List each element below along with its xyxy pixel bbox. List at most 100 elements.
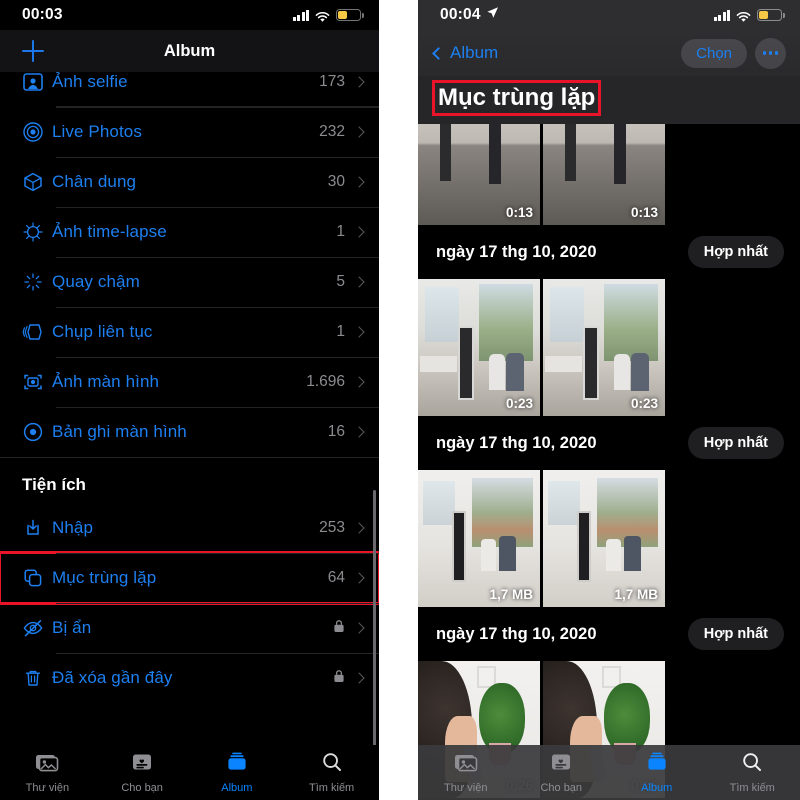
chevron-right-icon <box>353 176 365 188</box>
utility-label: Nhập <box>52 518 94 537</box>
nav-actions: Chọn <box>681 37 786 69</box>
duplicate-pair-row[interactable]: 1,7 MB 1,7 MB <box>418 470 800 607</box>
vertical-scrollbar[interactable] <box>373 490 376 745</box>
utility-row-duplicates[interactable]: Mục trùng lặp 64 <box>0 551 379 605</box>
tab-albums[interactable]: Album <box>609 751 705 794</box>
trash-icon <box>22 667 52 689</box>
chevron-right-icon <box>353 126 365 138</box>
left-status-time: 00:03 <box>22 6 63 23</box>
lock-icon <box>333 619 345 638</box>
utility-row-recently-deleted[interactable]: Đã xóa gần đây <box>0 653 379 703</box>
tab-search[interactable]: Tìm kiếm <box>284 751 379 794</box>
left-phone-screen: 00:03 Album Ảnh selfie 173 Live Photos 2… <box>0 0 379 800</box>
page-title: Mục trùng lặp <box>431 80 602 116</box>
live-photos-icon <box>22 121 52 143</box>
album-label: Live Photos <box>52 122 142 141</box>
album-row-live-photos[interactable]: Live Photos 232 <box>0 107 379 157</box>
thumbnail-meta: 1,7 MB <box>614 587 658 602</box>
group-date: ngày 17 thg 10, 2020 <box>436 624 597 643</box>
group-date: ngày 17 thg 10, 2020 <box>436 242 597 261</box>
tab-albums[interactable]: Album <box>190 751 285 794</box>
thumbnail-meta: 0:23 <box>505 396 533 411</box>
for-you-icon <box>549 751 573 778</box>
screenshot-stage: 00:03 Album Ảnh selfie 173 Live Photos 2… <box>0 0 800 800</box>
utility-row-hidden[interactable]: Bị ẩn <box>0 603 379 653</box>
chevron-right-icon <box>353 226 365 238</box>
duplicates-groups: 0:13 0:13 ngày 17 thg 10, 2020 Hợp nhất … <box>418 112 800 800</box>
thumbnail[interactable]: 0:23 <box>418 279 540 416</box>
album-count: 30 <box>327 173 345 190</box>
album-row-timelapse[interactable]: Ảnh time-lapse 1 <box>0 207 379 257</box>
chevron-left-icon <box>432 46 445 60</box>
album-label: Bản ghi màn hình <box>52 422 187 441</box>
thumbnail[interactable]: 1,7 MB <box>543 470 665 607</box>
merge-button[interactable]: Hợp nhất <box>687 618 784 650</box>
utility-label: Mục trùng lặp <box>52 568 157 587</box>
selfie-icon <box>22 71 52 93</box>
cellular-signal-icon <box>713 9 730 21</box>
utilities-section-header: Tiện ích <box>0 457 379 503</box>
more-options-button[interactable] <box>755 37 786 69</box>
right-tab-bar: Thư viện Cho bạn Album Tìm kiếm <box>418 745 800 800</box>
hidden-eye-icon <box>22 617 52 639</box>
library-icon <box>34 751 60 778</box>
tab-search[interactable]: Tìm kiếm <box>705 751 800 794</box>
album-count: 1 <box>336 223 345 240</box>
chevron-right-icon <box>353 522 365 534</box>
chevron-right-icon <box>353 376 365 388</box>
album-count: 5 <box>336 273 345 290</box>
chevron-right-icon <box>353 76 365 88</box>
thumbnail[interactable]: 0:13 <box>543 112 665 225</box>
burst-icon <box>22 321 52 343</box>
utility-label: Đã xóa gần đây <box>52 668 173 687</box>
right-nav-bar: Album Chọn <box>418 30 800 76</box>
right-status-indicators <box>713 9 785 22</box>
duplicates-scroll-area[interactable]: 0:13 0:13 ngày 17 thg 10, 2020 Hợp nhất … <box>418 112 800 800</box>
right-phone-screen: 0:13 0:13 ngày 17 thg 10, 2020 Hợp nhất … <box>418 0 800 800</box>
group-date-row: ngày 17 thg 10, 2020 Hợp nhất <box>418 607 800 661</box>
chevron-right-icon <box>353 426 365 438</box>
albums-list-scroll-area[interactable]: Ảnh selfie 173 Live Photos 232 Chân dung… <box>0 30 379 745</box>
tab-label: Album <box>221 782 253 794</box>
tab-library[interactable]: Thư viện <box>0 751 95 794</box>
left-page-title: Album <box>163 41 216 60</box>
thumbnail-meta: 0:13 <box>630 205 658 220</box>
album-row-screen-recording[interactable]: Bản ghi màn hình 16 <box>0 407 379 457</box>
duplicate-pair-row[interactable]: 0:23 0:23 <box>418 279 800 416</box>
tab-for-you[interactable]: Cho bạn <box>95 751 190 794</box>
battery-icon <box>336 9 364 21</box>
slomo-icon <box>22 271 52 293</box>
thumbnail[interactable]: 0:23 <box>543 279 665 416</box>
utility-row-import[interactable]: Nhập 253 <box>0 503 379 553</box>
album-label: Chụp liên tục <box>52 322 153 341</box>
album-row-portrait[interactable]: Chân dung 30 <box>0 157 379 207</box>
tab-label: Tìm kiếm <box>729 782 775 794</box>
thumbnail[interactable]: 0:13 <box>418 112 540 225</box>
chevron-right-icon <box>353 672 365 684</box>
album-count: 16 <box>327 423 345 440</box>
group-date-row: ngày 17 thg 10, 2020 Hợp nhất <box>418 416 800 470</box>
tab-label: Cho bạn <box>540 782 583 794</box>
album-row-screenshot[interactable]: Ảnh màn hình 1.696 <box>0 357 379 407</box>
portrait-cube-icon <box>22 171 52 193</box>
album-row-burst[interactable]: Chụp liên tục 1 <box>0 307 379 357</box>
select-button[interactable]: Chọn <box>681 38 747 68</box>
merge-button[interactable]: Hợp nhất <box>687 427 784 459</box>
battery-icon <box>757 9 785 21</box>
album-label: Ảnh selfie <box>52 72 128 91</box>
tab-library[interactable]: Thư viện <box>418 751 514 794</box>
cellular-signal-icon <box>292 9 309 21</box>
chevron-right-icon <box>353 326 365 338</box>
right-status-bar: 00:04 <box>418 0 800 30</box>
album-label: Ảnh màn hình <box>52 372 160 391</box>
tab-for-you[interactable]: Cho bạn <box>514 751 610 794</box>
merge-button[interactable]: Hợp nhất <box>687 236 784 268</box>
library-icon <box>453 751 479 778</box>
thumbnail[interactable]: 1,7 MB <box>418 470 540 607</box>
back-button[interactable]: Album <box>432 43 498 63</box>
add-album-button[interactable] <box>22 40 44 62</box>
left-nav-bar: Album <box>0 30 379 72</box>
duplicate-pair-row[interactable]: 0:13 0:13 <box>418 112 800 225</box>
thumbnail-meta: 0:13 <box>505 205 533 220</box>
album-row-slomo[interactable]: Quay chậm 5 <box>0 257 379 307</box>
